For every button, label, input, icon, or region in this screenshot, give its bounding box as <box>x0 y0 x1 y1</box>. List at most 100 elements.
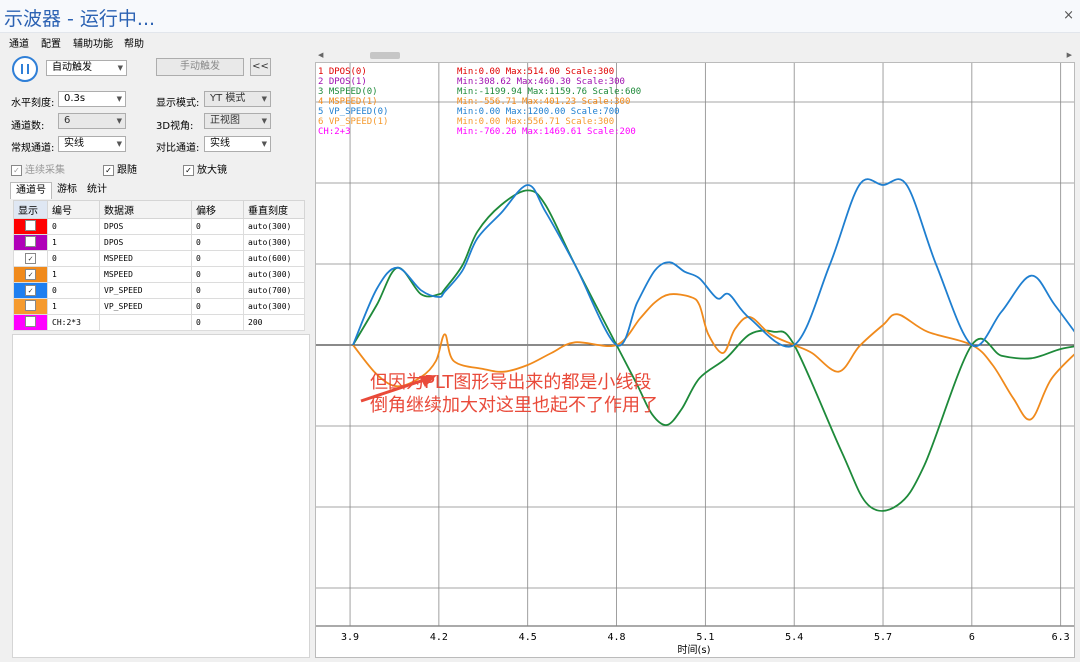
cell-number[interactable]: 0 <box>47 218 100 235</box>
display-checkbox[interactable]: ✓ <box>25 253 36 264</box>
table-row[interactable]: ✓ 0 MSPEED 0 auto(600) <box>13 250 305 267</box>
cell-display-color[interactable] <box>13 298 48 315</box>
trigger-mode-select[interactable]: 自动触发 ▼ <box>46 60 127 76</box>
display-checkbox[interactable]: ✓ <box>25 269 36 280</box>
display-checkbox[interactable] <box>25 300 36 311</box>
horizontal-scrollbar[interactable]: ◀ ▶ <box>315 50 1075 62</box>
cell-display-color[interactable]: ✓ <box>13 282 48 299</box>
legend-channel-name: 6 VP_SPEED(1) <box>318 117 388 127</box>
col-display[interactable]: 显示 <box>13 200 48 219</box>
cell-vscale[interactable]: auto(300) <box>243 218 305 235</box>
tab-bar: 通道号 游标 统计 <box>10 182 310 199</box>
cell-number[interactable]: CH:2*3 <box>47 314 100 331</box>
cell-source[interactable]: VP_SPEED <box>99 298 192 315</box>
table-row[interactable]: 1 DPOS 0 auto(300) <box>13 234 305 251</box>
scrollbar-thumb[interactable] <box>370 52 400 59</box>
normal-channel-value: 实线 <box>64 138 84 149</box>
cell-number[interactable]: 1 <box>47 298 100 315</box>
cell-vscale[interactable]: auto(300) <box>243 234 305 251</box>
table-row[interactable]: 1 VP_SPEED 0 auto(300) <box>13 298 305 315</box>
cell-vscale[interactable]: auto(700) <box>243 282 305 299</box>
table-header-row: 显示 编号 数据源 偏移 垂直刻度 <box>13 200 305 219</box>
cell-number[interactable]: 1 <box>47 234 100 251</box>
normal-channel-label: 常规通道: <box>11 143 55 154</box>
cell-source[interactable]: DPOS <box>99 218 192 235</box>
view3d-value: 正视图 <box>210 115 240 126</box>
cell-offset[interactable]: 0 <box>191 282 244 299</box>
pause-button[interactable] <box>12 56 38 82</box>
x-axis-label: 时间(s) <box>677 643 710 656</box>
menu-bar: 通道 配置 辅助功能 帮助 <box>0 33 1080 51</box>
waveform-chart: 3.9 4.2 4.5 4.8 5.1 5.4 5.7 6 6.3 1 DPOS(0) Min:0… <box>316 63 1074 656</box>
cell-vscale[interactable]: 200 <box>243 314 305 331</box>
tab-stats[interactable]: 统计 <box>82 182 112 198</box>
cell-source[interactable]: MSPEED <box>99 266 192 283</box>
view3d-select[interactable]: 正视图 ▼ <box>204 113 271 129</box>
cell-offset[interactable]: 0 <box>191 218 244 235</box>
oscilloscope-plot[interactable]: 3.9 4.2 4.5 4.8 5.1 5.4 5.7 6 6.3 1 DPOS(0) Min:0… <box>315 62 1075 658</box>
title-bar: 示波器 - 运行中... × <box>0 0 1080 33</box>
menu-channel[interactable]: 通道 <box>9 35 29 50</box>
cell-offset[interactable]: 0 <box>191 314 244 331</box>
manual-trigger-button[interactable]: 手动触发 <box>156 58 244 76</box>
channels-select[interactable]: 6 ▼ <box>58 113 126 129</box>
table-row[interactable]: CH:2*3 0 200 <box>13 314 305 331</box>
cell-display-color[interactable] <box>13 314 48 331</box>
cell-source[interactable] <box>99 314 192 331</box>
scroll-left-icon[interactable]: ◀ <box>318 51 323 59</box>
col-vscale[interactable]: 垂直刻度 <box>243 200 305 219</box>
menu-config[interactable]: 配置 <box>41 35 61 50</box>
follow-checkbox[interactable]: ✓ 跟随 <box>103 161 137 176</box>
normal-channel-select[interactable]: 实线 ▼ <box>58 136 126 152</box>
cell-number[interactable]: 1 <box>47 266 100 283</box>
cell-display-color[interactable] <box>13 234 48 251</box>
menu-aux[interactable]: 辅助功能 <box>73 35 113 50</box>
col-source[interactable]: 数据源 <box>99 200 192 219</box>
compare-channel-select[interactable]: 实线 ▼ <box>204 136 271 152</box>
table-row[interactable]: ✓ 1 MSPEED 0 auto(300) <box>13 266 305 283</box>
collapse-button[interactable]: << <box>250 58 271 76</box>
display-mode-select[interactable]: YT 模式 ▼ <box>204 91 271 107</box>
cell-source[interactable]: DPOS <box>99 234 192 251</box>
series-line-3-mspeed-0- <box>352 189 1074 512</box>
menu-help[interactable]: 帮助 <box>124 35 144 50</box>
display-checkbox[interactable] <box>25 220 36 231</box>
cell-number[interactable]: 0 <box>47 250 100 267</box>
tab-channel[interactable]: 通道号 <box>10 182 52 199</box>
col-offset[interactable]: 偏移 <box>191 200 244 219</box>
cell-source[interactable]: VP_SPEED <box>99 282 192 299</box>
cell-vscale[interactable]: auto(300) <box>243 298 305 315</box>
continuous-checkbox[interactable]: ✓ 连续采集 <box>11 161 65 176</box>
series-line-5-vp-speed-0- <box>352 178 1074 348</box>
legend-channel-stats: Min:0.00 Max:556.71 Scale:300 <box>457 117 614 127</box>
cell-offset[interactable]: 0 <box>191 234 244 251</box>
cell-source[interactable]: MSPEED <box>99 250 192 267</box>
magnifier-checkbox[interactable]: ✓ 放大镜 <box>183 161 227 176</box>
chevron-down-icon: ▼ <box>116 140 122 148</box>
display-checkbox[interactable]: ✓ <box>25 285 36 296</box>
cell-display-color[interactable] <box>13 218 48 235</box>
chevron-down-icon: ▼ <box>261 117 267 125</box>
cell-offset[interactable]: 0 <box>191 298 244 315</box>
table-row[interactable]: ✓ 0 VP_SPEED 0 auto(700) <box>13 282 305 299</box>
cell-vscale[interactable]: auto(600) <box>243 250 305 267</box>
display-checkbox[interactable] <box>25 236 36 247</box>
table-row[interactable]: 0 DPOS 0 auto(300) <box>13 218 305 235</box>
cell-number[interactable]: 0 <box>47 282 100 299</box>
cell-display-color[interactable]: ✓ <box>13 266 48 283</box>
cell-offset[interactable]: 0 <box>191 266 244 283</box>
h-scale-select[interactable]: 0.3s ▼ <box>58 91 126 107</box>
close-button[interactable]: × <box>1063 8 1074 23</box>
tab-cursor[interactable]: 游标 <box>52 182 82 198</box>
legend-channel-name: 1 DPOS(0) <box>318 67 367 77</box>
cell-offset[interactable]: 0 <box>191 250 244 267</box>
cell-vscale[interactable]: auto(300) <box>243 266 305 283</box>
display-checkbox[interactable] <box>25 316 36 327</box>
x-tick-label: 4.2 <box>430 632 448 643</box>
chevron-down-icon: ▼ <box>261 95 267 103</box>
legend-channel-stats: Min:0.00 Max:1200.00 Scale:700 <box>457 107 620 117</box>
x-tick-label: 4.5 <box>519 632 537 643</box>
cell-display-color[interactable]: ✓ <box>13 250 48 267</box>
scroll-right-icon[interactable]: ▶ <box>1067 51 1072 59</box>
col-number[interactable]: 编号 <box>47 200 100 219</box>
